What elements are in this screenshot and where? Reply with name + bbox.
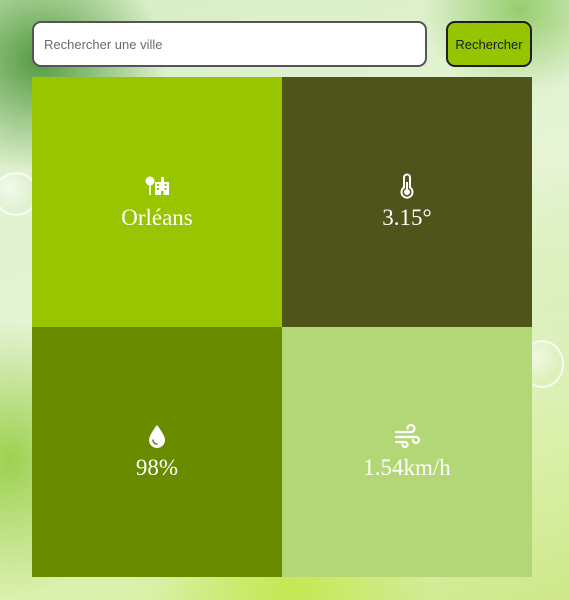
humidity-card: 98% — [32, 327, 282, 577]
city-card: Orléans — [32, 77, 282, 327]
wind-value: 1.54km/h — [363, 455, 451, 480]
temperature-value: 3.15° — [382, 205, 432, 230]
weather-grid: Orléans 3.15° 98% 1.54km/h — [32, 77, 532, 577]
temperature-card: 3.15° — [282, 77, 532, 327]
search-button[interactable]: Rechercher — [446, 21, 532, 67]
wind-icon — [394, 423, 420, 449]
thermometer-icon — [394, 173, 420, 199]
search-input[interactable] — [32, 21, 427, 67]
humidity-value: 98% — [135, 455, 179, 480]
wind-card: 1.54km/h — [282, 327, 532, 577]
city-icon — [144, 173, 170, 199]
city-value: Orléans — [121, 205, 193, 230]
search-bar: Rechercher — [32, 21, 532, 67]
water-drop-icon — [144, 423, 170, 449]
